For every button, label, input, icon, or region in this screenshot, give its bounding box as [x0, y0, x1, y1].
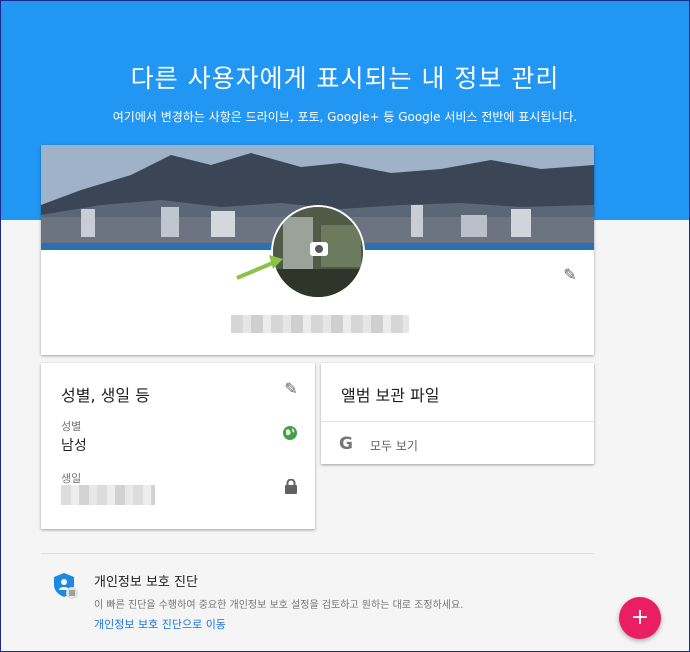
- card-title: 성별, 생일 등: [61, 386, 150, 405]
- add-fab-button[interactable]: +: [619, 597, 661, 639]
- privacy-checkup-description: 이 빠른 진단을 수행하여 중요한 개인정보 보호 설정을 검토하고 원하는 대…: [94, 600, 464, 611]
- view-all-link[interactable]: 모두 보기: [370, 437, 418, 454]
- avatar[interactable]: [271, 205, 365, 299]
- section-divider: [41, 553, 594, 554]
- privacy-checkup-link[interactable]: 개인정보 보호 진단으로 이동: [94, 616, 226, 632]
- privacy-checkup-title: 개인정보 보호 진단: [94, 575, 198, 590]
- google-g-icon: G: [339, 434, 353, 454]
- shield-person-icon: [54, 573, 78, 599]
- pointer-arrow-icon: [236, 255, 283, 280]
- edit-info-pencil-icon[interactable]: ✎: [282, 380, 300, 398]
- gender-value: 남성: [61, 438, 87, 454]
- divider: [321, 421, 594, 422]
- birthday-value-blurred: [61, 485, 155, 505]
- page-subtitle: 여기에서 변경하는 사항은 드라이브, 포토, Google+ 등 Google…: [112, 110, 578, 124]
- globe-icon[interactable]: [282, 425, 298, 441]
- profile-name-blurred: [231, 315, 409, 333]
- lock-icon[interactable]: [284, 479, 298, 495]
- profile-card: ✎: [41, 145, 594, 355]
- gender-label: 성별: [61, 420, 82, 433]
- edit-profile-pencil-icon[interactable]: ✎: [561, 266, 579, 284]
- page-title: 다른 사용자에게 표시되는 내 정보 관리: [130, 64, 560, 93]
- camera-icon[interactable]: [310, 242, 328, 256]
- gender-birthday-card: 성별, 생일 등 ✎ 성별 남성 생일: [41, 363, 315, 529]
- birthday-label: 생일: [61, 472, 82, 485]
- album-archive-card: 앨범 보관 파일 G 모두 보기: [321, 363, 594, 464]
- album-card-title: 앨범 보관 파일: [341, 386, 440, 405]
